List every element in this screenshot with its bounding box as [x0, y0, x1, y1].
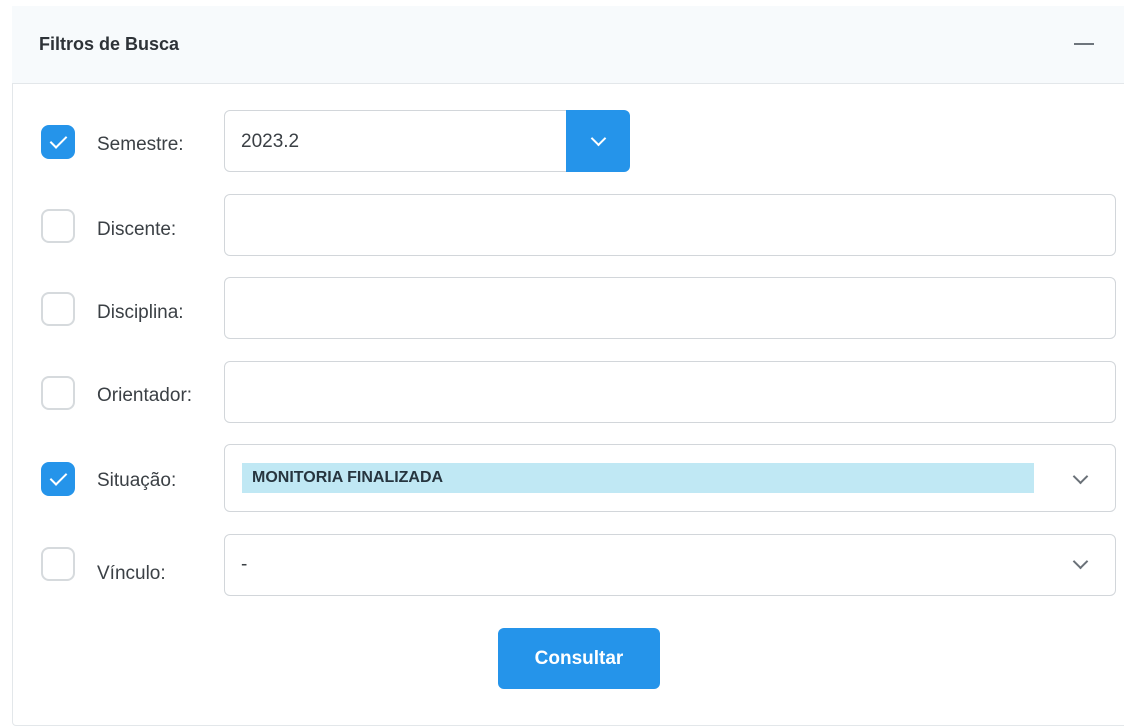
- semestre-value: 2023.2: [241, 131, 300, 152]
- chevron-down-icon: [1072, 468, 1089, 485]
- chevron-down-icon: [1072, 553, 1089, 570]
- chevron-down-icon: [590, 130, 607, 147]
- discente-input[interactable]: [224, 194, 1116, 256]
- situacao-label: Situação:: [97, 470, 177, 491]
- discente-label: Discente:: [97, 219, 177, 240]
- orientador-label: Orientador:: [97, 385, 193, 406]
- panel-header: Filtros de Busca: [12, 6, 1124, 84]
- situacao-select[interactable]: MONITORIA FINALIZADA: [224, 444, 1116, 512]
- disciplina-input[interactable]: [224, 277, 1116, 339]
- situacao-selected-tag[interactable]: MONITORIA FINALIZADA: [242, 463, 1034, 493]
- vinculo-checkbox[interactable]: [41, 547, 75, 581]
- panel-title: Filtros de Busca: [39, 34, 180, 54]
- semestre-select[interactable]: 2023.2: [224, 110, 568, 172]
- orientador-checkbox[interactable]: [41, 376, 75, 410]
- discente-checkbox[interactable]: [41, 209, 75, 243]
- vinculo-select[interactable]: -: [224, 534, 1116, 596]
- vinculo-value: -: [241, 554, 248, 575]
- semestre-dropdown-button[interactable]: [566, 110, 630, 172]
- semestre-checkbox[interactable]: [41, 125, 75, 159]
- disciplina-checkbox[interactable]: [41, 292, 75, 326]
- situacao-checkbox[interactable]: [41, 462, 75, 496]
- semestre-label: Semestre:: [97, 134, 184, 155]
- minus-icon[interactable]: [1074, 43, 1094, 45]
- consultar-button[interactable]: Consultar: [498, 628, 660, 689]
- orientador-input[interactable]: [224, 361, 1116, 423]
- vinculo-label: Vínculo:: [97, 563, 166, 584]
- disciplina-label: Disciplina:: [97, 302, 184, 323]
